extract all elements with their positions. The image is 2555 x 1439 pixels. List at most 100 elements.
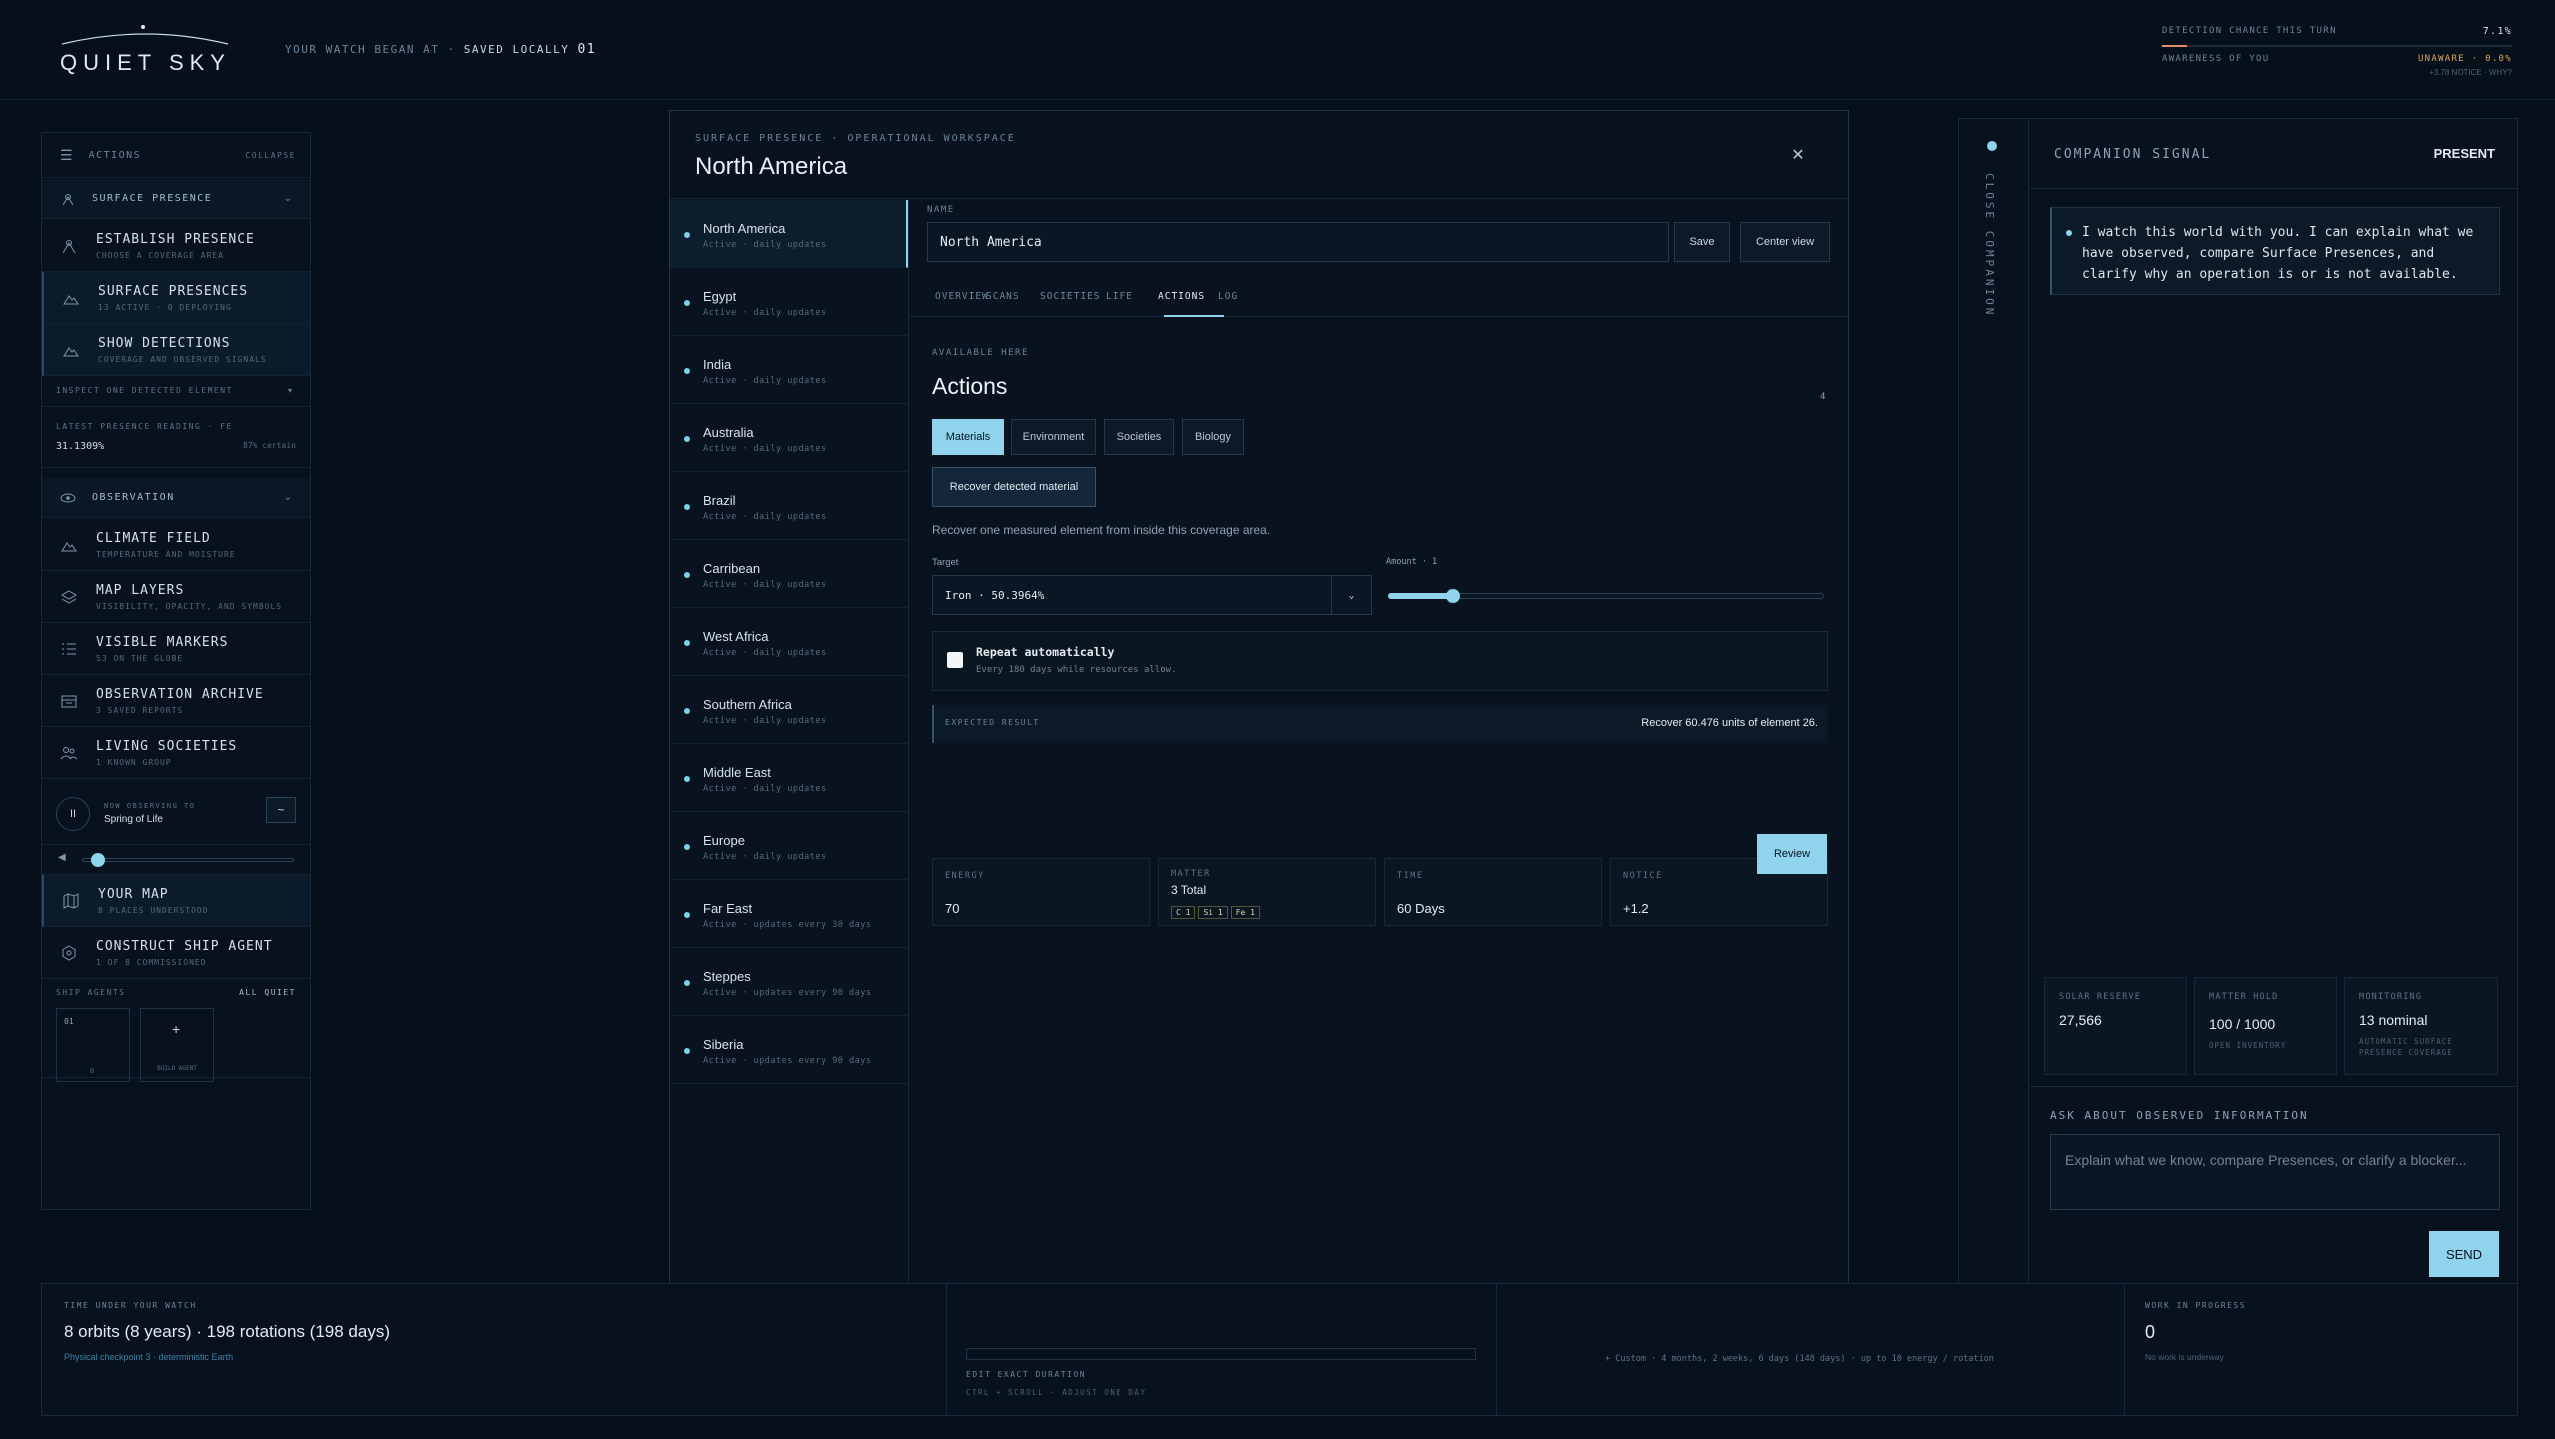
region-item[interactable]: Brazil Active · daily updates	[670, 472, 908, 540]
mountain-icon	[63, 294, 79, 304]
review-button[interactable]: Review	[1757, 834, 1827, 874]
ask-input[interactable]: Explain what we know, compare Presences,…	[2050, 1134, 2500, 1210]
nav-item-construct-ship-agent[interactable]: CONSTRUCT SHIP AGENT 1 OF 8 COMMISSIONED	[42, 927, 310, 979]
recover-material-button[interactable]: Recover detected material	[932, 467, 1096, 507]
solar-label: SOLAR RESERVE	[2059, 992, 2142, 1002]
nav-item-living-societies[interactable]: LIVING SOCIETIES 1 KNOWN GROUP	[42, 727, 310, 779]
nav-item-surface-presences[interactable]: SURFACE PRESENCES 13 ACTIVE · 0 DEPLOYING	[42, 272, 310, 324]
region-item[interactable]: Siberia Active · updates every 90 days	[670, 1016, 908, 1084]
build-agent-button[interactable]: + BUILD AGENT	[140, 1008, 214, 1082]
duration-field[interactable]	[966, 1348, 1476, 1360]
region-item[interactable]: Middle East Active · daily updates	[670, 744, 908, 812]
filter-chip-societies[interactable]: Societies	[1104, 419, 1174, 455]
nav-item-title: SHOW DETECTIONS	[98, 335, 231, 351]
antenna-icon	[62, 239, 76, 253]
save-button[interactable]: Save	[1674, 222, 1730, 262]
surface-presence-section[interactable]: SURFACE PRESENCE ⌄	[42, 179, 310, 219]
reading-label: LATEST PRESENCE READING · FE	[56, 422, 233, 431]
region-name: Steppes	[703, 969, 751, 984]
close-companion-button[interactable]: CLOSE COMPANION	[1983, 173, 1996, 317]
companion-message: I watch this world with you. I can expla…	[2050, 207, 2500, 295]
agent-slot[interactable]: 01 0	[56, 1008, 130, 1082]
tab-log[interactable]: LOG	[1218, 291, 1238, 302]
volume-slider-thumb[interactable]	[90, 853, 105, 867]
filter-chip-materials[interactable]: Materials	[932, 419, 1004, 455]
matter-stat: MATTER 3 Total C 1 Si 1 Fe 1	[1158, 858, 1376, 926]
tab-life[interactable]: LIFE	[1106, 291, 1133, 302]
center-view-button[interactable]: Center view	[1740, 222, 1830, 262]
amount-label: Amount · 1	[1386, 557, 1438, 567]
name-field[interactable]: North America	[927, 222, 1669, 262]
companion-header: COMPANION SIGNAL PRESENT	[2030, 119, 2517, 189]
region-name: India	[703, 357, 732, 372]
status-dot-icon	[684, 300, 690, 306]
region-item[interactable]: Australia Active · daily updates	[670, 404, 908, 472]
divider	[2030, 1086, 2517, 1087]
filter-chip-biology[interactable]: Biology	[1182, 419, 1244, 455]
caret-down-icon: ▾	[287, 386, 292, 395]
pause-button[interactable]: II	[56, 796, 90, 831]
close-icon[interactable]: ✕	[1782, 139, 1814, 171]
notice-why-link[interactable]: +3.78 NOTICE · WHY?	[2162, 68, 2512, 77]
tab-societies[interactable]: SOCIETIES	[1040, 291, 1100, 302]
send-button[interactable]: SEND	[2429, 1231, 2499, 1277]
awareness-label: AWARENESS OF YOU	[2162, 54, 2270, 64]
nav-item-observation-archive[interactable]: OBSERVATION ARCHIVE 3 SAVED REPORTS	[42, 675, 310, 727]
nav-item-your-map[interactable]: YOUR MAP 8 PLACES UNDERSTOOD	[42, 875, 310, 927]
time-watch-sub: Physical checkpoint 3 · deterministic Ea…	[64, 1352, 234, 1362]
volume-slider[interactable]	[82, 858, 294, 862]
solar-reserve-stat: SOLAR RESERVE 27,566	[2044, 977, 2187, 1075]
monitoring-label: MONITORING	[2359, 992, 2423, 1002]
status-dot-icon	[684, 436, 690, 442]
companion-status: PRESENT	[2433, 146, 2495, 161]
filter-chip-environment[interactable]: Environment	[1011, 419, 1096, 455]
nav-item-subtitle: 8 PLACES UNDERSTOOD	[98, 905, 209, 915]
actions-header: ☰ ACTIONS COLLAPSE	[42, 133, 310, 178]
chevron-down-icon: ⌄	[283, 193, 292, 204]
region-status: Active · daily updates	[703, 716, 827, 726]
tab-scans[interactable]: SCANS	[986, 291, 1020, 302]
nav-item-show-detections[interactable]: SHOW DETECTIONS COVERAGE AND OBSERVED SIG…	[42, 324, 310, 376]
time-watch-label: TIME UNDER YOUR WATCH	[64, 1301, 197, 1310]
nav-item-establish-presence[interactable]: ESTABLISH PRESENCE CHOOSE A COVERAGE AREA	[42, 220, 310, 272]
menu-icon[interactable]: ☰	[60, 147, 73, 164]
nav-item-visible-markers[interactable]: VISIBLE MARKERS 53 ON THE GLOBE	[42, 623, 310, 675]
now-observing-value: Spring of Life	[104, 814, 163, 825]
nav-item-map-layers[interactable]: MAP LAYERS VISIBILITY, OPACITY, AND SYMBO…	[42, 571, 310, 623]
status-dot-icon	[684, 232, 690, 238]
nav-item-subtitle: 3 SAVED REPORTS	[96, 705, 184, 715]
region-item[interactable]: India Active · daily updates	[670, 336, 908, 404]
app-title[interactable]: QUIET SKY	[60, 50, 231, 76]
nav-item-subtitle: 53 ON THE GLOBE	[96, 653, 184, 663]
region-name: West Africa	[703, 629, 769, 644]
observation-section[interactable]: OBSERVATION ⌄	[42, 478, 310, 518]
signal-dot-icon	[1987, 141, 1997, 151]
inspect-element-select[interactable]: INSPECT ONE DETECTED ELEMENT ▾	[42, 375, 310, 407]
region-item[interactable]: Steppes Active · updates every 90 days	[670, 948, 908, 1016]
element-chip: Si 1	[1198, 906, 1228, 919]
top-header: QUIET SKY YOUR WATCH BEGAN AT · SAVED LO…	[0, 0, 2555, 100]
nav-item-subtitle: TEMPERATURE AND MOISTURE	[96, 549, 236, 559]
region-item[interactable]: Carribean Active · daily updates	[670, 540, 908, 608]
region-item[interactable]: West Africa Active · daily updates	[670, 608, 908, 676]
agent-slot-id: 01	[64, 1017, 74, 1026]
target-select[interactable]: Iron · 50.3964% ⌄	[932, 575, 1372, 615]
tab-overview[interactable]: OVERVIEW	[935, 291, 989, 302]
region-item[interactable]: North America Active · daily updates	[670, 200, 908, 268]
companion-rail[interactable]: CLOSE COMPANION	[1959, 119, 2029, 1292]
region-item[interactable]: Europe Active · daily updates	[670, 812, 908, 880]
collapse-button[interactable]: COLLAPSE	[245, 151, 296, 160]
tab-actions[interactable]: ACTIONS	[1158, 291, 1205, 302]
region-item[interactable]: Egypt Active · daily updates	[670, 268, 908, 336]
nav-item-climate-field[interactable]: CLIMATE FIELD TEMPERATURE AND MOISTURE	[42, 519, 310, 571]
list-icon	[62, 643, 76, 654]
custom-duration-text[interactable]: + Custom · 4 months, 2 weeks, 6 days (14…	[1605, 1354, 1994, 1364]
region-item[interactable]: Far East Active · updates every 30 days	[670, 880, 908, 948]
notice-value: +1.2	[1623, 901, 1649, 916]
region-status: Active · daily updates	[703, 240, 827, 250]
amount-slider-thumb[interactable]	[1446, 589, 1461, 603]
wave-button[interactable]: ~	[266, 797, 296, 823]
region-item[interactable]: Southern Africa Active · daily updates	[670, 676, 908, 744]
repeat-checkbox[interactable]	[947, 652, 963, 668]
matter-hold-sub: OPEN INVENTORY	[2209, 1041, 2287, 1050]
